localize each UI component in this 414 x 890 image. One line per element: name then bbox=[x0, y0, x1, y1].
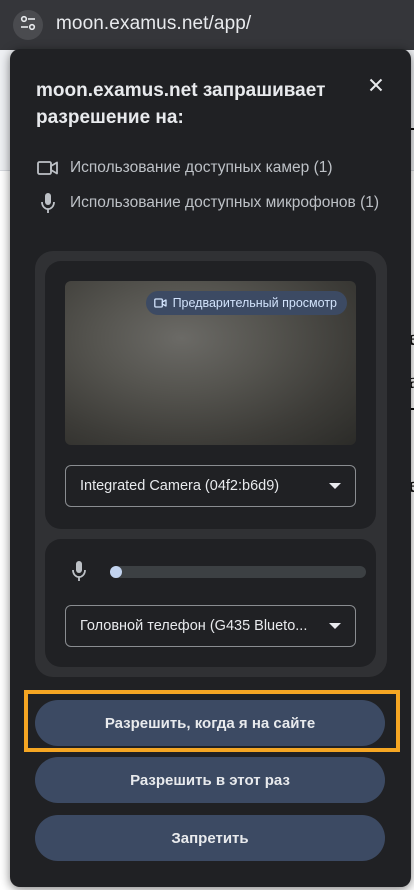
camera-icon bbox=[36, 156, 60, 180]
camera-select-value: Integrated Camera (04f2:b6d9) bbox=[80, 478, 280, 494]
permission-microphone-text: Использование доступных микрофонов (1) bbox=[70, 194, 380, 211]
microphone-select[interactable]: Головной телефон (G435 Blueto... bbox=[65, 605, 356, 647]
permission-camera-row: Использование доступных камер (1) bbox=[36, 156, 390, 180]
preview-label: Предварительный просмотр bbox=[172, 296, 337, 310]
title-site: moon.examus.net bbox=[36, 80, 198, 101]
allow-this-time-button[interactable]: Разрешить в этот раз bbox=[35, 757, 385, 803]
permission-camera-text: Использование доступных камер (1) bbox=[70, 159, 333, 176]
camera-card: Предварительный просмотр Integrated Came… bbox=[45, 261, 376, 529]
address-bar-url[interactable]: moon.examus.net/app/ bbox=[56, 13, 251, 35]
camera-select[interactable]: Integrated Camera (04f2:b6d9) bbox=[65, 465, 356, 507]
close-button[interactable] bbox=[362, 73, 390, 101]
permission-microphone-row: Использование доступных микрофонов (1) bbox=[36, 191, 390, 215]
microphone-card: Головной телефон (G435 Blueto... bbox=[45, 539, 376, 667]
deny-label: Запретить bbox=[171, 829, 249, 847]
chevron-down-icon bbox=[329, 483, 341, 489]
camera-icon bbox=[153, 298, 167, 308]
microphone-level-fill bbox=[110, 566, 122, 578]
microphone-icon bbox=[69, 560, 89, 582]
chevron-down-icon bbox=[329, 623, 341, 629]
microphone-icon bbox=[36, 191, 60, 215]
browser-window: moon.examus.net/app/ е а е moon.examus.n… bbox=[0, 0, 414, 890]
microphone-level-meter bbox=[110, 566, 366, 578]
microphone-select-value: Головной телефон (G435 Blueto... bbox=[80, 618, 308, 634]
camera-preview: Предварительный просмотр bbox=[65, 281, 356, 445]
omnibox-bar: moon.examus.net/app/ bbox=[0, 0, 414, 50]
permission-title: moon.examus.net запрашивает разрешение н… bbox=[36, 77, 356, 131]
close-icon bbox=[369, 78, 383, 97]
permission-prompt: moon.examus.net запрашивает разрешение н… bbox=[10, 49, 411, 887]
allow-this-time-label: Разрешить в этот раз bbox=[130, 771, 290, 789]
highlight-box bbox=[24, 690, 400, 752]
tune-icon bbox=[19, 14, 37, 37]
deny-button[interactable]: Запретить bbox=[35, 815, 385, 861]
site-info-button[interactable] bbox=[13, 10, 43, 40]
preview-badge: Предварительный просмотр bbox=[145, 291, 347, 315]
device-panel: Предварительный просмотр Integrated Came… bbox=[35, 251, 387, 677]
